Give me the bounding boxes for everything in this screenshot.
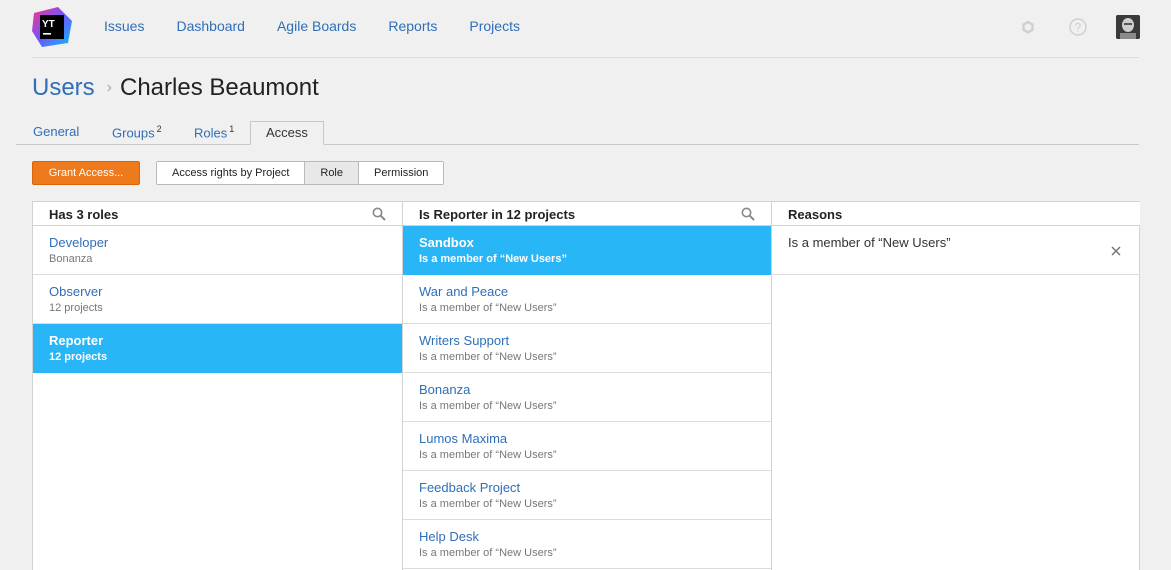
projects-column-header: Is Reporter in 12 projects bbox=[403, 202, 771, 226]
project-reason: Is a member of “New Users” bbox=[419, 302, 557, 314]
project-title: Help Desk bbox=[419, 529, 479, 544]
project-item-bonanza[interactable]: Bonanza Is a member of “New Users” bbox=[403, 373, 771, 422]
avatar[interactable] bbox=[1116, 15, 1140, 39]
tab-general[interactable]: General bbox=[33, 124, 79, 139]
project-title: War and Peace bbox=[419, 284, 509, 299]
role-subtitle: 12 projects bbox=[49, 351, 108, 363]
project-item-lumos-maxima[interactable]: Lumos Maxima Is a member of “New Users” bbox=[403, 422, 771, 471]
youtrack-logo[interactable]: YT bbox=[32, 7, 72, 47]
reason-item: Is a member of “New Users” bbox=[772, 226, 1140, 275]
project-title: Feedback Project bbox=[419, 480, 521, 495]
roles-column: Has 3 roles Developer Bonanza Observer 1… bbox=[33, 202, 403, 570]
role-title: Observer bbox=[49, 284, 103, 299]
role-subtitle: 12 projects bbox=[49, 302, 103, 314]
reason-text: Is a member of “New Users” bbox=[788, 235, 951, 250]
grant-access-button[interactable]: Grant Access... bbox=[32, 161, 140, 185]
reasons-header-label: Reasons bbox=[788, 207, 843, 222]
breadcrumb-separator: › bbox=[106, 79, 112, 96]
access-panel: Has 3 roles Developer Bonanza Observer 1… bbox=[32, 201, 1140, 570]
project-title: Writers Support bbox=[419, 333, 510, 348]
project-title: Bonanza bbox=[419, 382, 471, 397]
tab-access-label: Access bbox=[266, 125, 308, 140]
tab-roles-count: 1 bbox=[229, 124, 235, 134]
project-title: Lumos Maxima bbox=[419, 431, 508, 446]
user-name: Charles Beaumont bbox=[120, 74, 319, 101]
main-nav: Issues Dashboard Agile Boards Reports Pr… bbox=[104, 18, 552, 34]
role-subtitle: Bonanza bbox=[49, 253, 93, 265]
project-reason: Is a member of “New Users” bbox=[419, 351, 557, 363]
tab-general-label: General bbox=[33, 124, 80, 139]
nav-projects[interactable]: Projects bbox=[469, 18, 520, 34]
project-item-sandbox[interactable]: Sandbox Is a member of “New Users” bbox=[403, 226, 771, 275]
project-item-help-desk[interactable]: Help Desk Is a member of “New Users” bbox=[403, 520, 771, 569]
project-reason: Is a member of “New Users” bbox=[419, 498, 557, 510]
header-divider bbox=[32, 57, 1139, 58]
tab-roles[interactable]: Roles 1 bbox=[194, 124, 234, 140]
nav-agile-boards[interactable]: Agile Boards bbox=[277, 18, 356, 34]
project-reason: Is a member of “New Users” bbox=[419, 547, 557, 559]
top-bar: YT Issues Dashboard Agile Boards Reports… bbox=[0, 0, 1171, 58]
project-item-war-and-peace[interactable]: War and Peace Is a member of “New Users” bbox=[403, 275, 771, 324]
roles-header-label: Has 3 roles bbox=[49, 207, 119, 222]
logo-text: YT bbox=[42, 19, 55, 30]
page-title: Users › Charles Beaumont bbox=[32, 74, 319, 102]
projects-header-label: Is Reporter in 12 projects bbox=[419, 207, 576, 222]
tab-groups-label: Groups bbox=[112, 125, 155, 141]
nav-issues[interactable]: Issues bbox=[104, 18, 144, 34]
role-item-developer[interactable]: Developer Bonanza bbox=[33, 226, 402, 275]
segment-access-by-project[interactable]: Access rights by Project bbox=[157, 162, 306, 184]
search-icon[interactable] bbox=[372, 207, 386, 221]
tab-access[interactable]: Access bbox=[250, 121, 324, 145]
reasons-column: Reasons Is a member of “New Users” bbox=[772, 202, 1140, 570]
reasons-column-header: Reasons bbox=[772, 202, 1140, 226]
roles-column-header: Has 3 roles bbox=[33, 202, 402, 226]
role-title: Developer bbox=[49, 235, 109, 250]
nav-reports[interactable]: Reports bbox=[388, 18, 437, 34]
project-title: Sandbox bbox=[419, 235, 474, 250]
project-reason: Is a member of “New Users” bbox=[419, 449, 557, 461]
role-item-reporter[interactable]: Reporter 12 projects bbox=[33, 324, 402, 373]
tab-groups-count: 2 bbox=[156, 124, 162, 134]
tab-roles-label: Roles bbox=[194, 125, 228, 141]
close-icon[interactable] bbox=[1110, 244, 1122, 256]
project-item-writers-support[interactable]: Writers Support Is a member of “New User… bbox=[403, 324, 771, 373]
tab-groups[interactable]: Groups 2 bbox=[112, 124, 162, 140]
search-icon[interactable] bbox=[741, 207, 755, 221]
gear-icon[interactable] bbox=[1018, 17, 1038, 37]
nav-dashboard[interactable]: Dashboard bbox=[176, 18, 245, 34]
project-item-feedback-project[interactable]: Feedback Project Is a member of “New Use… bbox=[403, 471, 771, 520]
view-mode-switcher: Access rights by Project Role Permission bbox=[156, 161, 445, 185]
role-item-observer[interactable]: Observer 12 projects bbox=[33, 275, 402, 324]
segment-permission[interactable]: Permission bbox=[359, 162, 444, 184]
projects-column: Is Reporter in 12 projects Sandbox Is a … bbox=[403, 202, 772, 570]
tab-bar: General Groups 2 Roles 1 Access bbox=[16, 121, 1139, 145]
breadcrumb-users[interactable]: Users bbox=[32, 74, 95, 101]
project-reason: Is a member of “New Users” bbox=[419, 400, 557, 412]
project-reason: Is a member of “New Users” bbox=[419, 253, 567, 265]
role-title: Reporter bbox=[49, 333, 104, 348]
svg-text:?: ? bbox=[1075, 21, 1082, 35]
help-icon[interactable]: ? bbox=[1068, 17, 1088, 37]
segment-role[interactable]: Role bbox=[305, 162, 359, 184]
